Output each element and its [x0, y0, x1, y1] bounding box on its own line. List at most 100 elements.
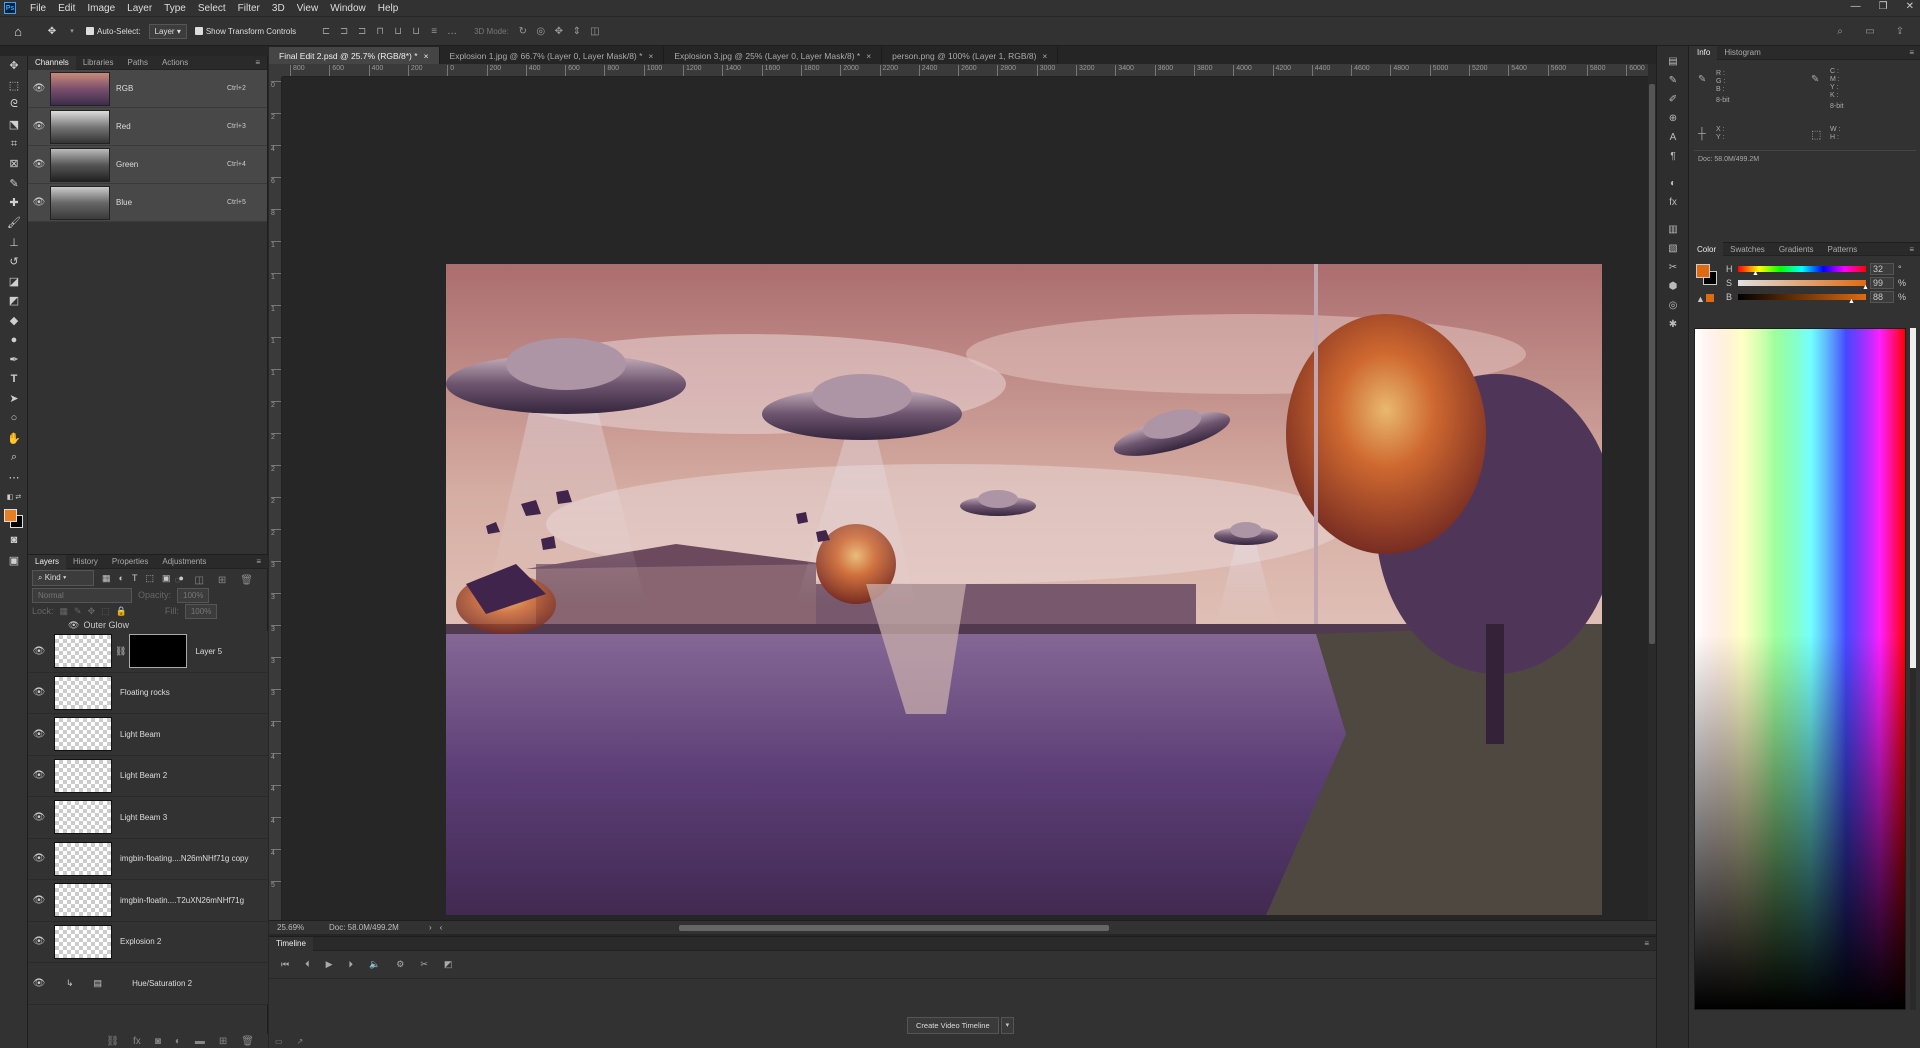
channel-row-rgb[interactable]: 👁 RGB Ctrl+2: [28, 70, 267, 108]
crop-tool-icon[interactable]: ⌗: [0, 134, 28, 154]
menu-view[interactable]: View: [291, 3, 325, 14]
path-select-tool-icon[interactable]: ➤: [0, 389, 28, 409]
brushes-icon[interactable]: ✐: [1657, 90, 1689, 109]
tab-actions[interactable]: Actions: [155, 56, 195, 70]
roll-3d-icon[interactable]: ◎: [535, 25, 547, 37]
lock-transparent-icon[interactable]: ▦: [60, 606, 69, 617]
tab-patterns[interactable]: Patterns: [1821, 242, 1865, 256]
layer-row[interactable]: 👁 Light Beam: [28, 714, 268, 756]
tab-properties[interactable]: Properties: [105, 555, 155, 569]
default-colors-icon[interactable]: ◧ ⇄: [0, 487, 28, 507]
menu-window[interactable]: Window: [324, 3, 372, 14]
menu-image[interactable]: Image: [81, 3, 121, 14]
search-icon[interactable]: ⌕: [1834, 25, 1846, 37]
dodge-tool-icon[interactable]: ●: [0, 330, 28, 350]
visibility-eye-icon[interactable]: 👁: [28, 770, 50, 781]
lasso-tool-icon[interactable]: ᘓ: [0, 95, 28, 115]
timeline-dropdown[interactable]: ▾: [1000, 1017, 1015, 1034]
clone-stamp-tool-icon[interactable]: ⊥: [0, 232, 28, 252]
align-right-icon[interactable]: ⊐: [356, 25, 368, 37]
doc-tab[interactable]: Explosion 1.jpg @ 66.7% (Layer 0, Layer …: [440, 47, 665, 64]
device-preview-icon[interactable]: ✱: [1657, 315, 1689, 334]
visibility-eye-icon[interactable]: 👁: [68, 620, 79, 631]
visibility-eye-icon[interactable]: 👁: [28, 936, 50, 947]
layer-row[interactable]: 👁 Floating rocks: [28, 672, 268, 714]
gamut-swatch[interactable]: [1706, 294, 1714, 302]
show-transform-checkbox[interactable]: Show Transform Controls: [194, 27, 296, 36]
panel-menu-icon[interactable]: ≡: [1637, 937, 1656, 951]
tools-presets-icon[interactable]: ✂: [1657, 258, 1689, 277]
layer-row[interactable]: 👁 ↳ ▤ Hue/Saturation 2: [28, 963, 268, 1005]
home-icon[interactable]: ⌂: [12, 24, 24, 39]
filter-shape-icon[interactable]: ⬚: [145, 573, 154, 584]
doc-tab[interactable]: Explosion 3.jpg @ 25% (Layer 0, Layer Ma…: [664, 47, 883, 64]
frame-tool-icon[interactable]: ⊠: [0, 154, 28, 174]
tab-swatches[interactable]: Swatches: [1723, 242, 1772, 256]
menu-file[interactable]: File: [24, 3, 52, 14]
tab-libraries[interactable]: Libraries: [76, 56, 121, 70]
restore-button[interactable]: ❐: [1879, 1, 1888, 12]
layer-row[interactable]: 👁 imgbin-floating....N26mNHf71g copy: [28, 838, 268, 880]
close-icon[interactable]: ×: [424, 51, 429, 61]
menu-3d[interactable]: 3D: [266, 3, 291, 14]
pan-3d-icon[interactable]: ✥: [553, 25, 565, 37]
color-spectrum[interactable]: [1694, 328, 1906, 1010]
channel-row-blue[interactable]: 👁 Blue Ctrl+5: [28, 184, 267, 222]
quick-mask-icon[interactable]: ◙: [0, 531, 28, 551]
auto-select-target-dropdown[interactable]: Layer ▾: [148, 23, 187, 39]
screen-mode-icon[interactable]: ▣: [0, 550, 28, 570]
tab-layers[interactable]: Layers: [28, 554, 67, 569]
panel-menu-icon[interactable]: ≡: [1902, 242, 1920, 256]
channel-row-green[interactable]: 👁 Green Ctrl+4: [28, 146, 267, 184]
hand-tool-icon[interactable]: ✋: [0, 428, 28, 448]
menu-filter[interactable]: Filter: [232, 3, 266, 14]
styles-icon[interactable]: fx: [1657, 193, 1689, 212]
menu-select[interactable]: Select: [192, 3, 232, 14]
zoom-tool-icon[interactable]: ⌕: [0, 448, 28, 468]
minimize-button[interactable]: —: [1851, 1, 1861, 12]
panel-menu-icon[interactable]: ≡: [248, 56, 267, 70]
align-left-icon[interactable]: ⊏: [320, 25, 332, 37]
move-tool-icon[interactable]: ✥: [0, 56, 28, 76]
tab-history[interactable]: History: [66, 555, 105, 569]
menu-edit[interactable]: Edit: [52, 3, 81, 14]
panel-menu-icon[interactable]: ≡: [249, 555, 268, 569]
fx-icon[interactable]: fx: [133, 1036, 141, 1047]
menu-type[interactable]: Type: [158, 3, 192, 14]
share-icon[interactable]: ⇪: [1894, 25, 1906, 37]
doc-tab[interactable]: person.png @ 100% (Layer 1, RGB/8) ×: [882, 47, 1059, 64]
status-arrow-icon[interactable]: ›: [429, 923, 432, 932]
distribute-icon[interactable]: ≡: [428, 25, 440, 37]
delete-layer-icon[interactable]: 🗑: [241, 1036, 254, 1047]
chevron-down-icon[interactable]: ▾: [66, 25, 78, 37]
navigator-icon[interactable]: ◎: [1657, 296, 1689, 315]
history-brush-tool-icon[interactable]: ↺: [0, 252, 28, 272]
blur-tool-icon[interactable]: ◆: [0, 311, 28, 331]
opacity-input[interactable]: 100%: [177, 587, 210, 603]
slider-value[interactable]: 32: [1870, 263, 1894, 275]
canvas-area[interactable]: [282, 77, 1648, 920]
color-swatches[interactable]: [0, 507, 28, 531]
doc-tab[interactable]: Final Edit 2.psd @ 25.7% (RGB/8*) * ×: [269, 47, 440, 64]
align-center-icon[interactable]: ⊐: [338, 25, 350, 37]
more-options-icon[interactable]: …: [446, 25, 458, 37]
menu-help[interactable]: Help: [372, 3, 405, 14]
transition-icon[interactable]: ◩: [444, 959, 453, 970]
prev-frame-icon[interactable]: ⏴: [305, 959, 310, 970]
foreground-color-swatch[interactable]: [1696, 264, 1710, 278]
ruler-corner[interactable]: [269, 64, 282, 77]
new-layer-icon[interactable]: ⊞: [219, 1036, 227, 1047]
tab-gradients[interactable]: Gradients: [1772, 242, 1821, 256]
horizontal-scrollbar[interactable]: [679, 925, 1109, 931]
fill-input[interactable]: 100%: [184, 603, 218, 619]
adjustments-icon[interactable]: ◐: [1657, 174, 1689, 193]
slider-handle-icon[interactable]: ▲: [1862, 284, 1869, 291]
visibility-eye-icon[interactable]: 👁: [28, 853, 50, 864]
next-frame-icon[interactable]: ⏵: [349, 959, 354, 970]
layer-row[interactable]: 👁 ⛓ Layer 5: [28, 631, 268, 673]
scroll-thumb[interactable]: [1649, 84, 1655, 644]
paint-bucket-tool-icon[interactable]: ◩: [0, 291, 28, 311]
lock-all-icon[interactable]: 🔒: [116, 606, 127, 617]
scroll-thumb[interactable]: [1910, 328, 1916, 668]
play-icon[interactable]: ▶: [326, 959, 333, 970]
